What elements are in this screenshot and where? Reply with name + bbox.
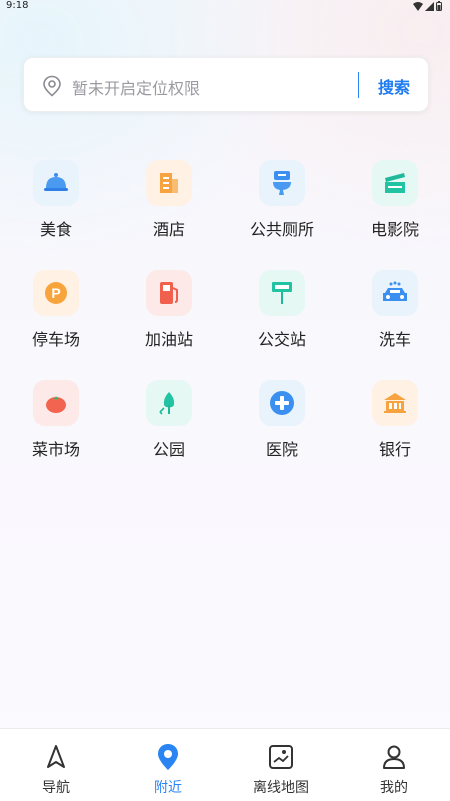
nav-label: 离线地图 [253, 780, 309, 796]
battery-icon [436, 1, 442, 11]
svg-text:P: P [51, 285, 60, 301]
toilet-icon [259, 160, 305, 206]
category-bank[interactable]: 银行 [350, 380, 440, 460]
search-bar[interactable]: 暂未开启定位权限 搜索 [23, 57, 429, 112]
nav-item-nearby[interactable]: 附近 [112, 729, 224, 801]
fuel-pump-icon [146, 270, 192, 316]
search-divider [358, 72, 359, 98]
nav-label: 导航 [42, 780, 70, 796]
status-time: 9:18 [6, 0, 29, 11]
hotel-building-icon [146, 160, 192, 206]
category-car-wash[interactable]: 洗车 [350, 270, 440, 350]
bottom-nav: 导航 附近 离线地图 我的 [0, 728, 450, 801]
nav-item-offline-map[interactable]: 离线地图 [225, 729, 337, 801]
category-label: 银行 [378, 440, 411, 459]
status-bar: 9:18 [0, 0, 450, 14]
parking-icon: P [33, 270, 79, 316]
category-market[interactable]: 菜市场 [11, 380, 101, 460]
search-input[interactable]: 暂未开启定位权限 [72, 75, 200, 99]
category-hotel[interactable]: 酒店 [124, 160, 214, 240]
status-icons [413, 1, 442, 11]
category-hospital[interactable]: 医院 [237, 380, 327, 460]
nav-item-profile[interactable]: 我的 [338, 729, 450, 801]
nav-label: 附近 [154, 780, 182, 796]
category-label: 停车场 [31, 330, 80, 349]
category-parking[interactable]: P 停车场 [11, 270, 101, 350]
location-pin-icon [42, 75, 62, 101]
category-label: 加油站 [144, 330, 193, 349]
bus-stop-icon [259, 270, 305, 316]
category-label: 菜市场 [31, 440, 80, 459]
tree-icon [146, 380, 192, 426]
category-label: 洗车 [378, 330, 411, 349]
clapperboard-icon [372, 160, 418, 206]
category-label: 电影院 [370, 220, 419, 239]
category-gas-station[interactable]: 加油站 [124, 270, 214, 350]
category-food[interactable]: 美食 [11, 160, 101, 240]
signal-icon [425, 1, 434, 11]
category-label: 公共厕所 [249, 220, 314, 239]
location-pin-icon [152, 741, 184, 773]
wifi-icon [413, 1, 423, 11]
category-label: 美食 [39, 220, 72, 239]
nav-item-navigation[interactable]: 导航 [0, 729, 112, 801]
category-label: 酒店 [152, 220, 185, 239]
category-bus-stop[interactable]: 公交站 [237, 270, 327, 350]
category-park[interactable]: 公园 [124, 380, 214, 460]
tomato-icon [33, 380, 79, 426]
map-icon [265, 741, 297, 773]
category-label: 公园 [152, 440, 185, 459]
nav-label: 我的 [380, 780, 408, 796]
category-label: 医院 [265, 440, 298, 459]
bank-icon [372, 380, 418, 426]
category-label: 公交站 [257, 330, 306, 349]
search-button[interactable]: 搜索 [378, 74, 410, 98]
car-wash-icon [372, 270, 418, 316]
navigation-arrow-icon [40, 741, 72, 773]
hospital-cross-icon [259, 380, 305, 426]
food-cloche-icon [33, 160, 79, 206]
category-cinema[interactable]: 电影院 [350, 160, 440, 240]
user-icon [378, 741, 410, 773]
category-toilet[interactable]: 公共厕所 [237, 160, 327, 240]
